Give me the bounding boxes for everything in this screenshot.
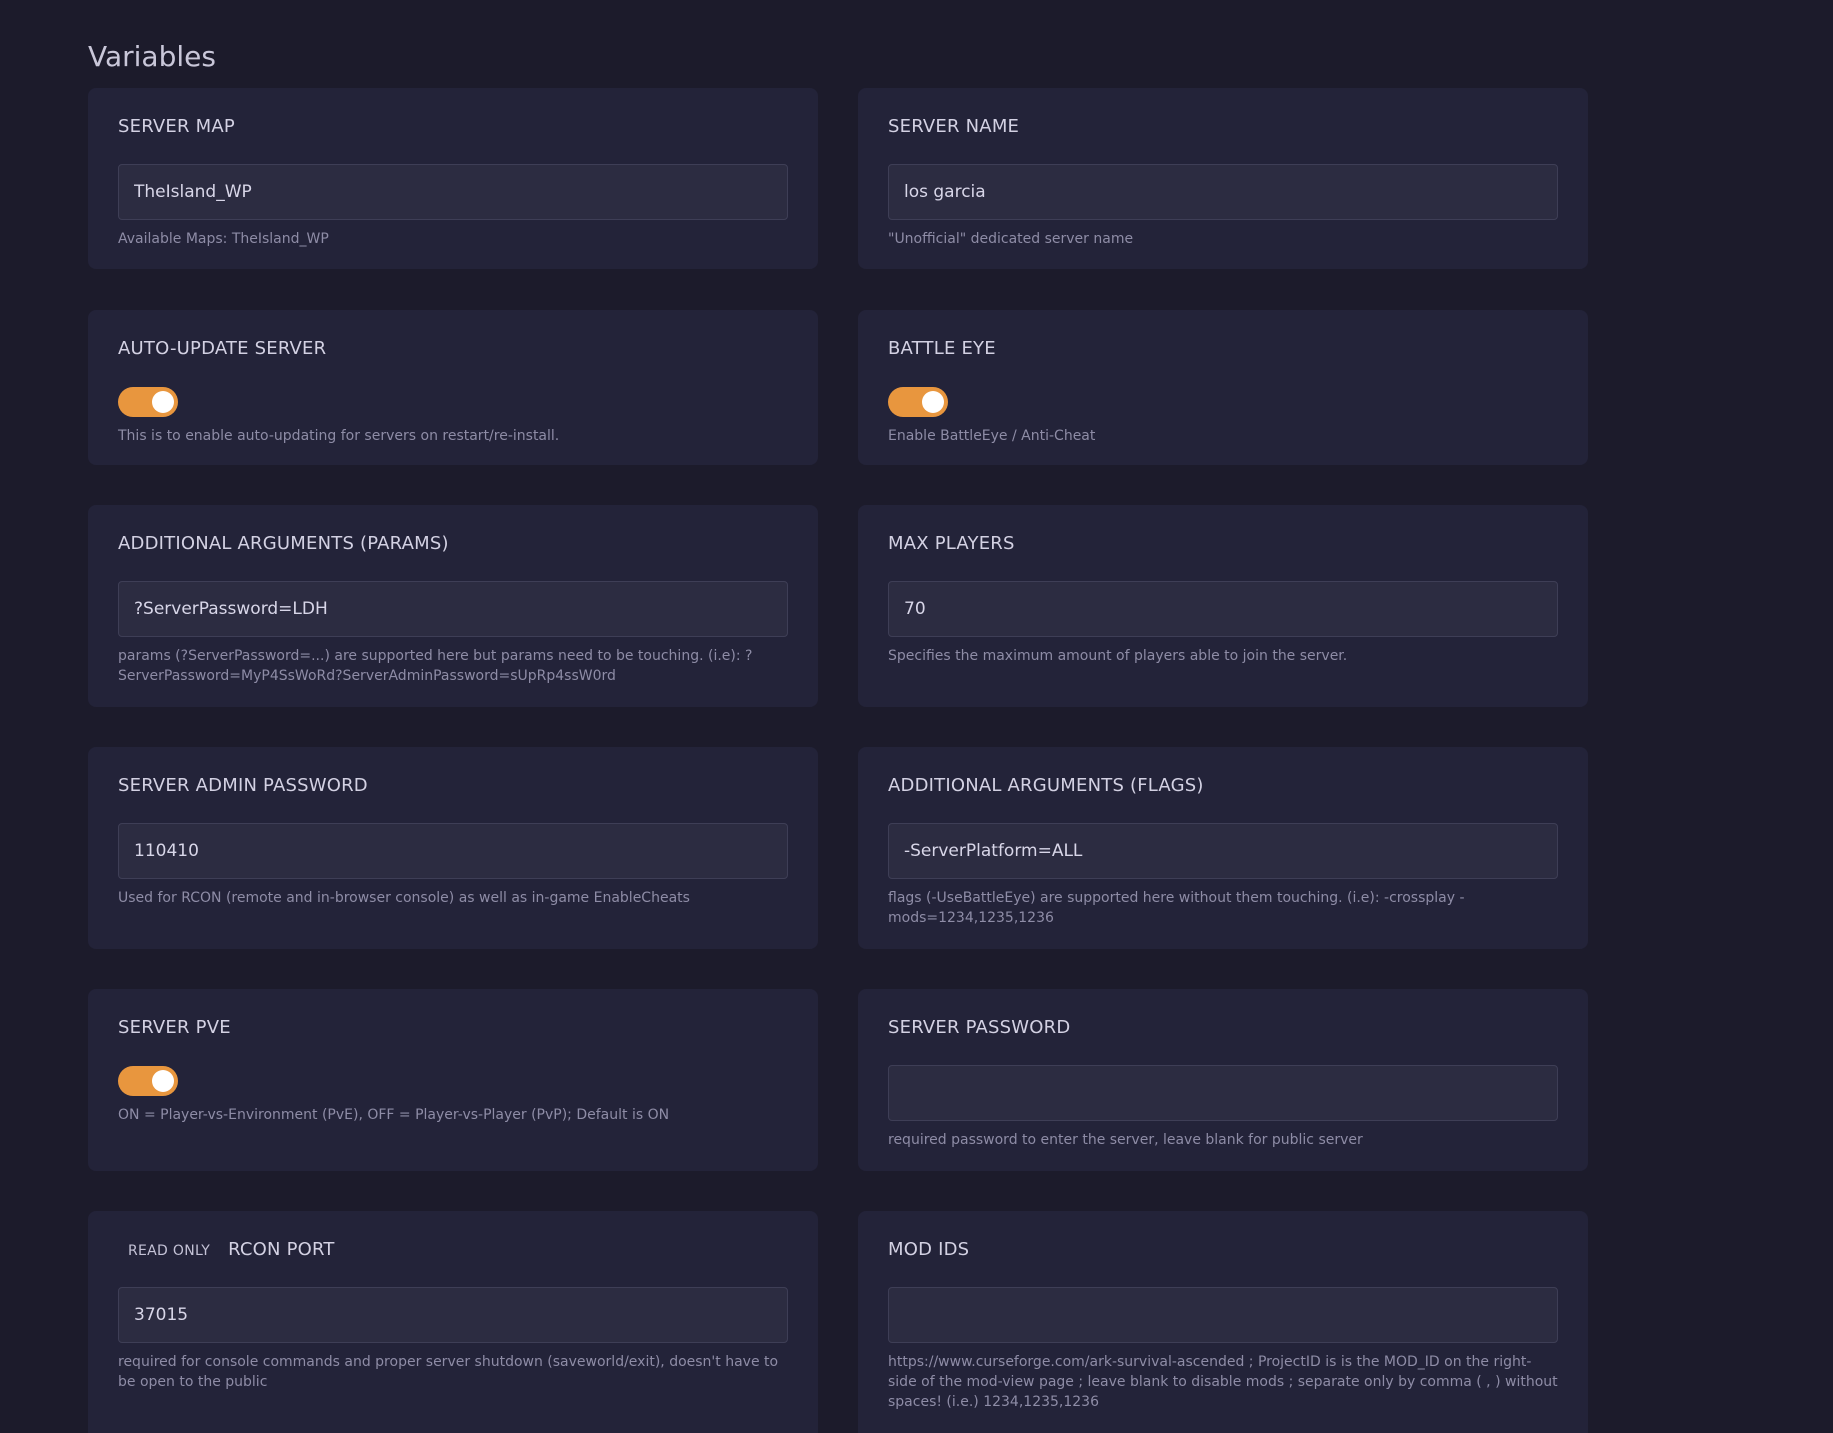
toggle-knob (152, 1070, 174, 1092)
server-name-help: "Unofficial" dedicated server name (888, 231, 1134, 247)
max-players-label: MAX PLAYERS (888, 533, 1015, 554)
server-map-help: Available Maps: TheIsland_WP (118, 231, 329, 247)
toggle-knob (922, 391, 944, 413)
server-pve-label: SERVER PVE (118, 1017, 231, 1038)
server-name-input[interactable] (888, 164, 1558, 220)
battle-eye-card: BATTLE EYE Enable BattleEye / Anti-Cheat (858, 310, 1588, 465)
server-pve-toggle[interactable] (118, 1066, 178, 1096)
max-players-help: Specifies the maximum amount of players … (888, 648, 1348, 664)
admin-password-label: SERVER ADMIN PASSWORD (118, 775, 368, 796)
read-only-badge: READ ONLY (128, 1243, 211, 1259)
variables-page: Variables SERVER MAP Available Maps: The… (0, 0, 1833, 1433)
mod-ids-input[interactable] (888, 1287, 1558, 1343)
admin-password-card: SERVER ADMIN PASSWORD Used for RCON (rem… (88, 747, 818, 949)
additional-flags-card: ADDITIONAL ARGUMENTS (FLAGS) flags (-Use… (858, 747, 1588, 949)
server-pve-card: SERVER PVE ON = Player-vs-Environment (P… (88, 989, 818, 1171)
server-map-label: SERVER MAP (118, 116, 235, 137)
server-name-card: SERVER NAME "Unofficial" dedicated serve… (858, 88, 1588, 269)
mod-ids-help: https://www.curseforge.com/ark-survival-… (888, 1354, 1558, 1410)
server-name-label: SERVER NAME (888, 116, 1020, 137)
server-password-card: SERVER PASSWORD required password to ent… (858, 989, 1588, 1171)
battle-eye-toggle[interactable] (888, 387, 948, 417)
additional-flags-input[interactable] (888, 823, 1558, 879)
admin-password-input[interactable] (118, 823, 788, 879)
rcon-port-card: READ ONLY RCON PORT required for console … (88, 1211, 818, 1433)
additional-flags-label: ADDITIONAL ARGUMENTS (FLAGS) (888, 775, 1204, 796)
server-password-input[interactable] (888, 1065, 1558, 1121)
max-players-card: MAX PLAYERS Specifies the maximum amount… (858, 505, 1588, 707)
toggle-knob (152, 391, 174, 413)
battle-eye-label: BATTLE EYE (888, 338, 996, 359)
rcon-port-help: required for console commands and proper… (118, 1354, 779, 1390)
additional-flags-help: flags (-UseBattleEye) are supported here… (888, 890, 1465, 926)
mod-ids-card: MOD IDS https://www.curseforge.com/ark-s… (858, 1211, 1588, 1433)
rcon-port-label: RCON PORT (228, 1239, 335, 1260)
admin-password-help: Used for RCON (remote and in-browser con… (118, 890, 690, 906)
auto-update-toggle[interactable] (118, 387, 178, 417)
additional-params-label: ADDITIONAL ARGUMENTS (PARAMS) (118, 533, 449, 554)
additional-params-card: ADDITIONAL ARGUMENTS (PARAMS) params (?S… (88, 505, 818, 707)
auto-update-label: AUTO-UPDATE SERVER (118, 338, 327, 359)
server-password-help: required password to enter the server, l… (888, 1132, 1363, 1148)
auto-update-help: This is to enable auto-updating for serv… (118, 428, 560, 444)
server-map-card: SERVER MAP Available Maps: TheIsland_WP (88, 88, 818, 269)
rcon-port-input[interactable] (118, 1287, 788, 1343)
server-map-input[interactable] (118, 164, 788, 220)
battle-eye-help: Enable BattleEye / Anti-Cheat (888, 428, 1096, 444)
page-title: Variables (88, 40, 216, 73)
server-pve-help: ON = Player-vs-Environment (PvE), OFF = … (118, 1107, 670, 1123)
mod-ids-label: MOD IDS (888, 1239, 970, 1260)
max-players-input[interactable] (888, 581, 1558, 637)
server-password-label: SERVER PASSWORD (888, 1017, 1071, 1038)
auto-update-card: AUTO-UPDATE SERVER This is to enable aut… (88, 310, 818, 465)
additional-params-help: params (?ServerPassword=...) are support… (118, 648, 753, 684)
additional-params-input[interactable] (118, 581, 788, 637)
rcon-port-label-row: READ ONLY RCON PORT (118, 1239, 335, 1260)
